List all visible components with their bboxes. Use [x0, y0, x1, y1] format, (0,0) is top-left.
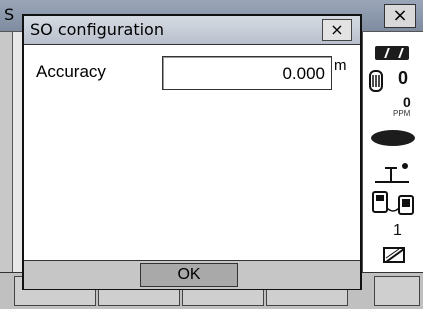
- dialog-title: SO configuration: [30, 20, 164, 39]
- background-left-strip: [0, 32, 13, 308]
- ppm-label: PPM: [393, 109, 411, 118]
- accuracy-label: Accuracy: [36, 62, 106, 81]
- prism-icon: [369, 70, 383, 92]
- level-icon[interactable]: [373, 158, 413, 186]
- bluetooth-icon[interactable]: [371, 190, 417, 216]
- so-configuration-dialog: SO configuration × Accuracy 0.000 m OK: [22, 14, 362, 290]
- background-close-button[interactable]: ×: [384, 4, 416, 28]
- background-title: S: [4, 5, 15, 24]
- ppm-value: 0: [403, 94, 411, 110]
- prism-constant: 0: [398, 68, 409, 88]
- accuracy-value: 0.000: [282, 64, 325, 83]
- dialog-footer: OK: [24, 260, 360, 289]
- accuracy-unit: m: [334, 57, 347, 74]
- dialog-close-button[interactable]: ×: [322, 19, 352, 41]
- status-bar: 0 0 PPM 1: [362, 32, 423, 272]
- softkey-5[interactable]: [374, 276, 420, 306]
- dialog-title-bar: SO configuration ×: [24, 16, 360, 45]
- battery-icon: [375, 46, 409, 60]
- laser-icon[interactable]: [371, 130, 415, 146]
- channel-indicator: 1: [393, 222, 402, 239]
- accuracy-input[interactable]: 0.000: [162, 56, 332, 90]
- input-mode-icon[interactable]: [383, 246, 407, 266]
- ok-button[interactable]: OK: [140, 263, 238, 287]
